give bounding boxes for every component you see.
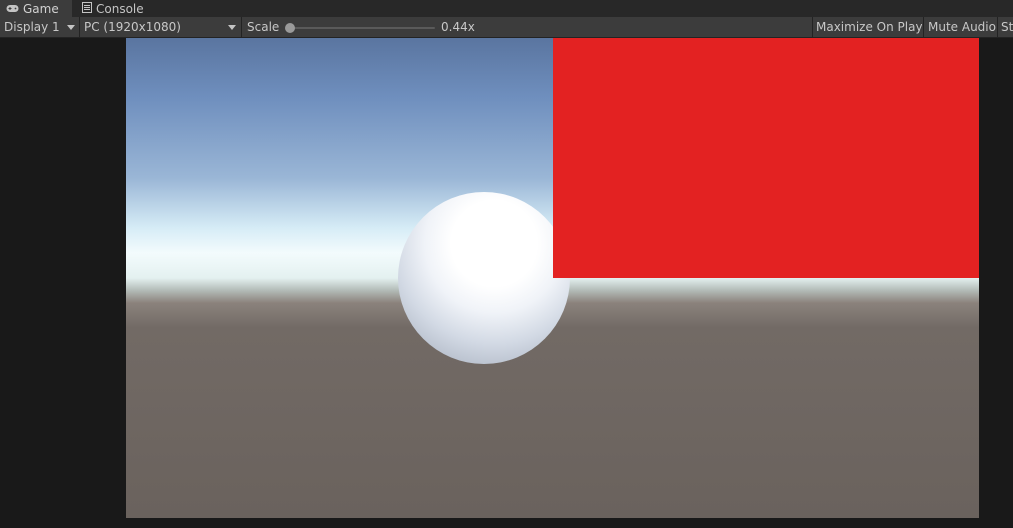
stats-label: St	[1001, 20, 1013, 34]
stats-toggle[interactable]: St	[1001, 17, 1013, 37]
display-dropdown-value: Display 1	[4, 20, 60, 34]
mute-audio-toggle[interactable]: Mute Audio	[928, 17, 996, 37]
scale-slider-track[interactable]	[290, 27, 435, 29]
resolution-chevron-down-icon	[228, 25, 236, 30]
scale-slider-handle[interactable]	[285, 23, 295, 33]
scale-value-text: 0.44x	[441, 20, 475, 34]
scale-label-text: Scale	[247, 20, 280, 34]
mute-audio-label: Mute Audio	[928, 20, 996, 34]
tab-game-label: Game	[23, 1, 59, 16]
toolbar-divider	[997, 17, 998, 37]
red-panel	[553, 38, 979, 278]
toolbar-divider	[812, 17, 813, 37]
toolbar-divider	[79, 17, 80, 37]
display-dropdown[interactable]: Display 1	[4, 17, 74, 37]
game-view[interactable]	[126, 38, 979, 518]
tab-console[interactable]: Console	[82, 0, 162, 17]
toolbar-divider	[241, 17, 242, 37]
resolution-dropdown-value: PC (1920x1080)	[84, 20, 181, 34]
gamepad-icon	[6, 2, 19, 16]
resolution-dropdown[interactable]: PC (1920x1080)	[84, 17, 234, 37]
scale-label: Scale	[247, 17, 287, 37]
display-chevron-down-icon	[67, 25, 75, 30]
white-sphere	[398, 192, 570, 364]
console-icon	[82, 1, 92, 16]
maximize-on-play-toggle[interactable]: Maximize On Play	[816, 17, 922, 37]
toolbar-divider	[923, 17, 924, 37]
tab-bar: Game Console	[0, 0, 1013, 17]
maximize-on-play-label: Maximize On Play	[816, 20, 922, 34]
scale-value: 0.44x	[441, 17, 481, 37]
tab-game[interactable]: Game	[0, 0, 72, 17]
tab-console-label: Console	[96, 1, 144, 16]
